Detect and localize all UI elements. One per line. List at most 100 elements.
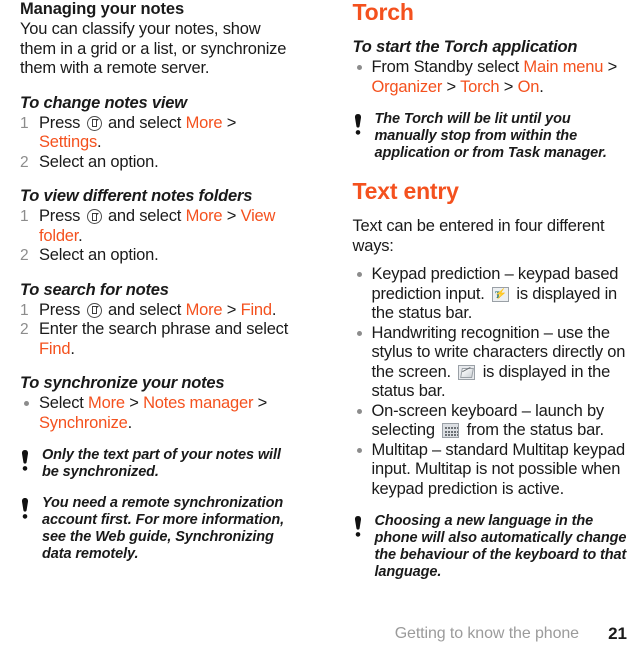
text-run: >: [222, 300, 241, 319]
menu-path-token: Find: [39, 339, 71, 358]
stylus-pen-icon: [458, 364, 476, 380]
task-heading-view-notes-folders: To view different notes folders: [20, 187, 253, 205]
text-run: >: [222, 113, 237, 132]
text-run: Select: [39, 394, 89, 412]
text-run: >: [499, 77, 518, 96]
bullet-dot-icon: [356, 408, 362, 414]
menu-path-token: Settings: [39, 133, 98, 151]
note-box-torch-lit: The Torch will be lit until you manually…: [353, 111, 628, 162]
menu-path-token: Torch: [460, 77, 500, 96]
text-run: .: [539, 77, 544, 96]
menu-path-token: More: [185, 113, 223, 132]
exclamation-icon: [353, 111, 375, 137]
exclamation-icon: [20, 495, 42, 521]
bullet-item: From Standby select Main menu > Organize…: [353, 58, 628, 97]
text-run: and select: [103, 207, 186, 225]
bullet-dot-icon: [356, 65, 362, 70]
onscreen-keyboard-icon: [442, 423, 460, 438]
text-run: >: [603, 58, 618, 76]
bullets-synchronize-notes: Select More > Notes manager > Synchroniz…: [20, 394, 297, 433]
note-text: Choosing a new language in the phone wil…: [374, 513, 627, 580]
task-heading-search-notes: To search for notes: [20, 280, 169, 299]
note-box-sync-text-only: Only the text part of your notes will be…: [20, 447, 297, 481]
task-heading-change-notes-view: To change notes view: [20, 93, 187, 112]
menu-path-token: Synchronize: [39, 413, 128, 432]
text-run: Select an option.: [39, 152, 159, 171]
steps-search-notes: 1 Press and select More > Find. 2 Enter the…: [20, 301, 297, 360]
note-text: Only the text part of your notes will be…: [42, 447, 281, 480]
bullets-text-entry-methods: Keypad prediction – keypad based predict…: [353, 265, 628, 499]
task-heading-start-torch: To start the Torch application: [352, 38, 578, 56]
text-run: and select: [103, 113, 186, 132]
footer-breadcrumb: Getting to know the phone: [394, 624, 579, 642]
text-run: >: [442, 77, 461, 96]
menu-path-token: Organizer: [371, 77, 443, 96]
two-column-body: Managing your notes You can classify you…: [0, 0, 637, 612]
text-run: Press: [39, 207, 85, 225]
step-number: 2: [20, 247, 29, 264]
bullet-dot-icon: [356, 447, 362, 453]
section-heading-managing-notes: Managing your notes: [20, 0, 185, 18]
text-run: Select an option.: [39, 246, 159, 264]
notes-icon: [86, 115, 102, 131]
text-run: Press: [39, 300, 85, 319]
note-box-language-keyboard: Choosing a new language in the phone wil…: [353, 513, 628, 581]
menu-path-token: Find: [240, 300, 273, 319]
manual-page: Managing your notes You can classify you…: [0, 0, 637, 655]
step-number: 1: [20, 208, 29, 225]
note-box-remote-sync-account: You need a remote synchronization accoun…: [20, 495, 297, 563]
text-run: .: [70, 339, 75, 358]
text-run: .: [97, 133, 102, 151]
step-number: 2: [20, 321, 29, 338]
step-number: 2: [20, 153, 29, 171]
chapter-heading-torch: Torch: [352, 0, 414, 25]
text-entry-intro: Text can be entered in four different wa…: [352, 217, 605, 255]
menu-path-token: Main menu: [523, 58, 604, 76]
text-run: from the status bar.: [462, 421, 604, 439]
text-run: .: [127, 413, 133, 432]
step-item: 2 Enter the search phrase and select Find…: [20, 320, 297, 359]
bullet-item: On-screen keyboard – launch by selecting…: [353, 402, 628, 441]
step-item: 1 Press and select More > Find.: [20, 301, 297, 321]
text-run: Multitap – standard Multitap keypad inpu…: [371, 440, 626, 498]
exclamation-icon: [20, 447, 42, 473]
text-run: Press: [39, 113, 85, 132]
left-column: Managing your notes You can classify you…: [0, 0, 319, 612]
menu-path-token: More: [185, 300, 223, 319]
bullets-start-torch: From Standby select Main menu > Organize…: [353, 58, 628, 97]
menu-path-token: More: [88, 394, 125, 412]
menu-path-token: On: [517, 77, 540, 96]
step-item: 1 Press and select More > Settings.: [20, 114, 297, 153]
task-heading-synchronize-notes: To synchronize your notes: [20, 374, 225, 392]
text-run: >: [253, 394, 268, 412]
step-item: 2 Select an option.: [20, 246, 297, 266]
text-run: Enter the search phrase and select: [39, 320, 289, 338]
keypad-prediction-icon: T ⚡: [491, 286, 509, 302]
steps-change-notes-view: 1 Press and select More > Settings. 2 Selec…: [20, 114, 297, 173]
right-column: Torch To start the Torch application Fro…: [319, 0, 637, 612]
bullet-dot-icon: [356, 272, 362, 277]
bullet-item: Keypad prediction – keypad based predict…: [353, 265, 628, 324]
bullet-dot-icon: [24, 401, 29, 406]
bullet-item: Multitap – standard Multitap keypad inpu…: [353, 441, 628, 500]
text-run: >: [222, 207, 241, 225]
step-number: 1: [20, 301, 29, 319]
text-run: >: [124, 394, 144, 412]
text-run: and select: [103, 300, 186, 319]
footer-page-number: 21: [608, 623, 627, 643]
note-text: You need a remote synchronization accoun…: [42, 495, 285, 562]
menu-path-token: More: [185, 207, 223, 225]
bullet-item: Select More > Notes manager > Synchroniz…: [20, 394, 297, 433]
step-number: 1: [20, 114, 29, 132]
text-run: .: [78, 226, 83, 245]
notes-icon: [86, 302, 102, 318]
exclamation-icon: [353, 513, 375, 539]
bullet-dot-icon: [356, 330, 362, 336]
note-text: The Torch will be lit until you manually…: [374, 111, 607, 161]
